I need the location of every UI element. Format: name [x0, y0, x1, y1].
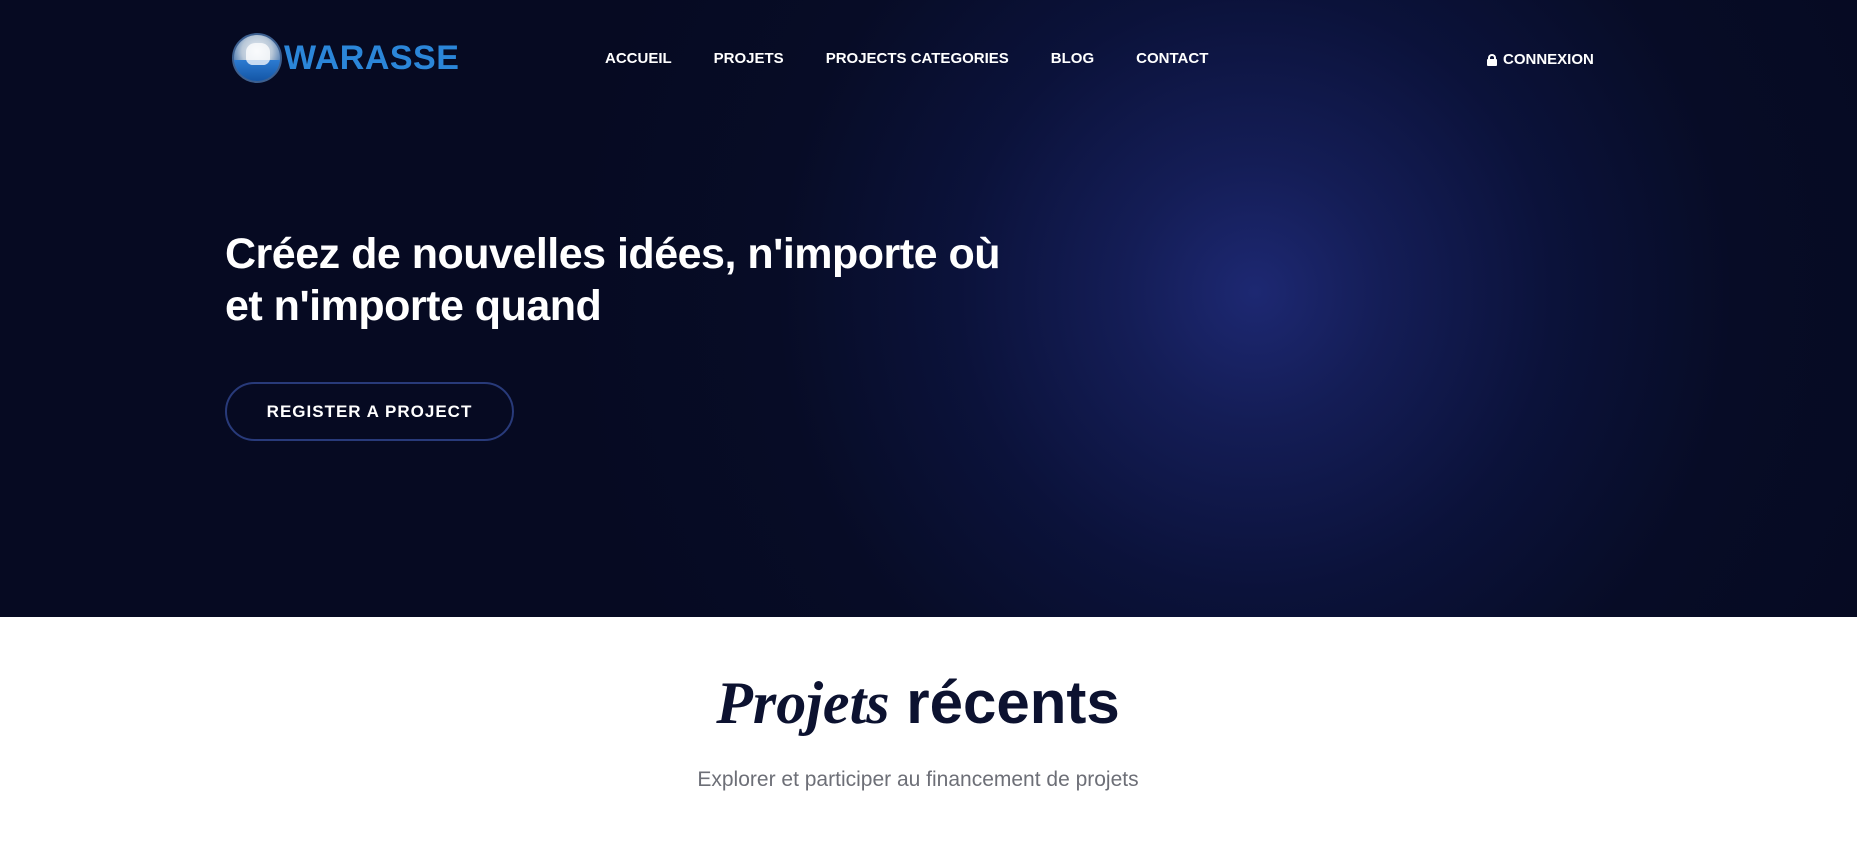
login-link[interactable]: CONNEXION: [1487, 51, 1594, 68]
nav-item-projets[interactable]: PROJETS: [714, 50, 784, 68]
globe-logo-icon: [232, 33, 282, 83]
hero-section: WARASSE ACCUEIL PROJETS PROJECTS CATEGOR…: [0, 0, 1857, 617]
recent-projects-title: Projets récents: [0, 668, 1836, 738]
recent-projects-subtitle: Explorer et participer au financement de…: [697, 768, 1139, 791]
site-logo[interactable]: WARASSE: [232, 32, 459, 84]
logo-text: WARASSE: [284, 39, 460, 77]
nav-item-accueil[interactable]: ACCUEIL: [605, 50, 672, 68]
nav-item-blog[interactable]: BLOG: [1051, 50, 1094, 68]
recent-projects-title-bold: récents: [906, 669, 1120, 736]
recent-projects-title-italic: Projets: [716, 670, 890, 736]
main-nav: ACCUEIL PROJETS PROJECTS CATEGORIES BLOG…: [605, 50, 1250, 68]
nav-item-projects-categories[interactable]: PROJECTS CATEGORIES: [826, 50, 1009, 68]
nav-item-contact[interactable]: CONTACT: [1136, 50, 1208, 68]
login-label: CONNEXION: [1503, 51, 1594, 68]
hero-title: Créez de nouvelles idées, n'importe où e…: [225, 230, 1001, 330]
lock-icon: [1487, 53, 1497, 66]
register-project-button[interactable]: REGISTER A PROJECT: [225, 382, 514, 441]
